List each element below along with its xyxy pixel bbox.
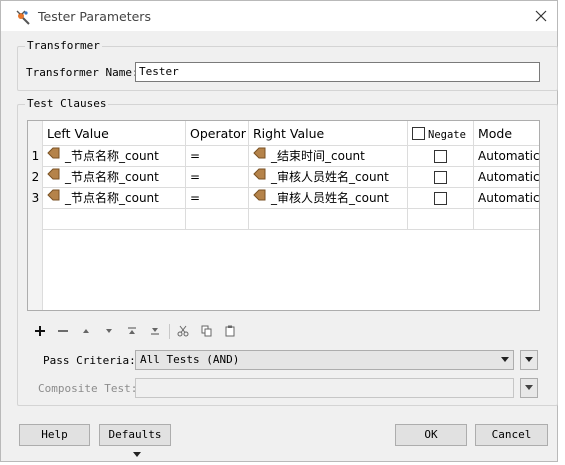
transformer-name-value: Tester xyxy=(139,65,179,78)
chevron-down-icon xyxy=(132,452,141,457)
cut-button[interactable] xyxy=(174,323,192,339)
table-cell-negate xyxy=(408,146,474,167)
new-row-left-value[interactable] xyxy=(43,209,186,230)
row-number[interactable]: 3 xyxy=(28,188,43,209)
negate-all-checkbox[interactable] xyxy=(412,126,425,140)
copy-icon xyxy=(201,325,212,337)
new-row-mode[interactable] xyxy=(474,209,539,230)
right-value-text: _审核人员姓名_count xyxy=(271,191,389,205)
new-row-right-value[interactable] xyxy=(249,209,408,230)
column-header-operator[interactable]: Operator xyxy=(186,121,249,146)
plus-icon xyxy=(35,326,45,336)
table-cell-negate xyxy=(408,188,474,209)
paste-button[interactable] xyxy=(221,323,239,339)
table-cell-right-value[interactable]: _结束时间_count xyxy=(249,146,408,167)
table-cell-operator[interactable]: = xyxy=(186,188,249,209)
attribute-icon xyxy=(253,146,266,166)
attribute-icon xyxy=(47,167,60,187)
defaults-button[interactable]: Defaults xyxy=(99,424,171,457)
composite-test-label: Composite Test: xyxy=(38,382,138,395)
negate-header-label: Negate xyxy=(428,129,466,141)
pass-criteria-select[interactable]: All Tests (AND) xyxy=(135,350,514,370)
help-button[interactable]: Help xyxy=(19,424,90,446)
left-value-text: _节点名称_count xyxy=(65,170,159,184)
row-number[interactable]: 1 xyxy=(28,146,43,167)
transformer-name-field[interactable]: Tester xyxy=(135,62,540,82)
close-icon xyxy=(535,10,547,22)
table-cell-left-value[interactable]: _节点名称_count xyxy=(43,167,186,188)
row-number[interactable]: 2 xyxy=(28,167,43,188)
table-cell-negate xyxy=(408,167,474,188)
column-header-negate[interactable]: Negate xyxy=(408,121,474,146)
composite-test-menu-button[interactable] xyxy=(520,378,538,398)
test-clauses-table: Left Value Operator Right Value Negate M… xyxy=(27,120,540,311)
attribute-icon xyxy=(47,146,60,166)
paste-icon xyxy=(225,325,235,337)
move-top-icon xyxy=(128,327,136,334)
negate-checkbox[interactable] xyxy=(434,192,447,205)
composite-test-field xyxy=(135,378,514,398)
move-up-icon xyxy=(83,329,89,333)
move-up-button[interactable] xyxy=(77,323,95,339)
cancel-button[interactable]: Cancel xyxy=(475,424,548,446)
table-cell-operator[interactable]: = xyxy=(186,167,249,188)
right-value-text: _审核人员姓名_count xyxy=(271,170,389,184)
negate-checkbox[interactable] xyxy=(434,171,447,184)
column-header-mode[interactable]: Mode xyxy=(474,121,539,146)
cut-icon xyxy=(177,325,189,337)
toolbar-separator xyxy=(169,324,170,339)
copy-button[interactable] xyxy=(198,323,216,339)
attribute-icon xyxy=(253,188,266,208)
move-top-button[interactable] xyxy=(123,323,141,339)
table-cell-right-value[interactable]: _审核人员姓名_count xyxy=(249,188,408,209)
table-cell-mode[interactable]: Automatic xyxy=(474,188,539,209)
table-cell-left-value[interactable]: _节点名称_count xyxy=(43,188,186,209)
title-bar: Tester Parameters xyxy=(1,1,557,31)
pass-criteria-menu-button[interactable] xyxy=(520,350,538,370)
tester-app-icon xyxy=(15,9,31,25)
transformer-name-label: Transformer Name: xyxy=(26,66,139,79)
move-bottom-icon xyxy=(151,328,159,335)
left-value-text: _节点名称_count xyxy=(65,149,159,163)
column-header-left-value[interactable]: Left Value xyxy=(43,121,186,146)
table-cell-mode[interactable]: Automatic xyxy=(474,167,539,188)
table-cell-mode[interactable]: Automatic xyxy=(474,146,539,167)
close-button[interactable] xyxy=(529,5,553,27)
column-header-right-value[interactable]: Right Value xyxy=(249,121,408,146)
minus-icon xyxy=(58,330,68,332)
move-bottom-button[interactable] xyxy=(146,323,164,339)
move-down-button[interactable] xyxy=(100,323,118,339)
window-title: Tester Parameters xyxy=(38,9,151,24)
chevron-down-icon xyxy=(525,385,533,390)
dialog-window: Tester Parameters Transformer Transforme… xyxy=(0,0,558,462)
remove-row-button[interactable] xyxy=(54,323,72,339)
right-value-text: _结束时间_count xyxy=(271,149,365,163)
test-clauses-group-title: Test Clauses xyxy=(25,97,109,110)
table-cell-left-value[interactable]: _节点名称_count xyxy=(43,146,186,167)
new-row-operator[interactable] xyxy=(186,209,249,230)
pass-criteria-label: Pass Criteria: xyxy=(43,354,136,367)
negate-checkbox[interactable] xyxy=(434,150,447,163)
table-cell-operator[interactable]: = xyxy=(186,146,249,167)
transformer-group-title: Transformer xyxy=(25,39,102,52)
chevron-down-icon xyxy=(501,357,509,362)
new-row-negate[interactable] xyxy=(408,209,474,230)
chevron-down-icon xyxy=(525,357,533,362)
add-row-button[interactable] xyxy=(31,323,49,339)
table-cell-right-value[interactable]: _审核人员姓名_count xyxy=(249,167,408,188)
left-value-text: _节点名称_count xyxy=(65,191,159,205)
ok-button[interactable]: OK xyxy=(395,424,467,446)
attribute-icon xyxy=(253,167,266,187)
pass-criteria-value: All Tests (AND) xyxy=(140,353,240,366)
defaults-label: Defaults xyxy=(108,428,162,441)
move-down-icon xyxy=(106,329,112,333)
attribute-icon xyxy=(47,188,60,208)
